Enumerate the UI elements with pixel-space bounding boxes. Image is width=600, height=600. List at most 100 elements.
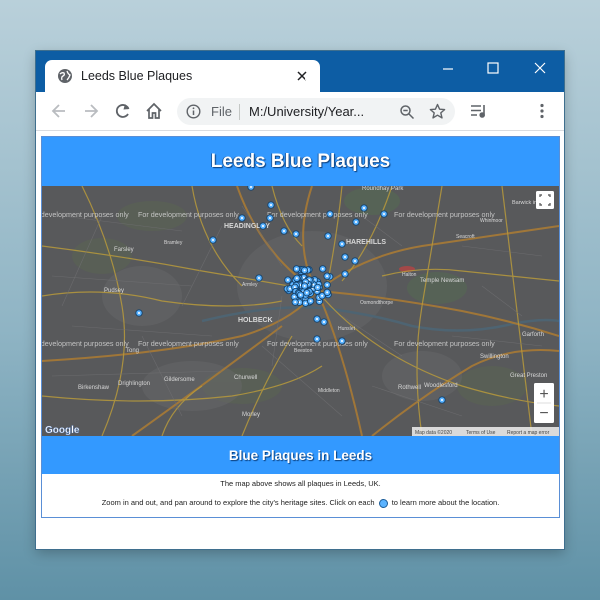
- page-title: Leeds Blue Plaques: [210, 150, 391, 172]
- map-label: Beeston: [294, 348, 313, 354]
- map-label: Rothwell: [398, 385, 421, 391]
- map-watermark: For development purposes only: [42, 339, 129, 348]
- zoom-out-button[interactable]: −: [539, 405, 548, 422]
- marker-icon: [316, 318, 318, 320]
- marker-icon: [303, 284, 306, 287]
- map-watermark: For development purposes only: [42, 210, 129, 219]
- marker-icon: [316, 338, 318, 340]
- map-label: Swillington: [480, 354, 509, 360]
- zoom-in-button[interactable]: +: [539, 386, 548, 403]
- map-label: Osmondthorpe: [360, 300, 393, 306]
- marker-icon: [354, 260, 356, 262]
- map-label: Halton: [402, 272, 417, 278]
- marker-icon: [383, 213, 385, 215]
- marker-icon: [305, 291, 308, 294]
- map-label: Roundhay Park: [362, 186, 404, 192]
- marker-icon: [341, 340, 343, 342]
- map-label: Armley: [242, 282, 258, 288]
- map-watermark: For development purposes only: [138, 210, 239, 219]
- map-canvas[interactable]: For development purposes only For develo…: [42, 186, 559, 436]
- minimize-button[interactable]: [426, 55, 470, 81]
- map-label: Hunslet: [338, 326, 356, 332]
- home-icon: [146, 102, 162, 119]
- marker-icon: [269, 217, 271, 219]
- marker-icon: [321, 294, 324, 297]
- url-text[interactable]: M:/University/Year...: [249, 104, 364, 119]
- map-watermark: For development purposes only: [394, 339, 495, 348]
- page-viewport: Leeds Blue Plaques development purposes …: [36, 131, 564, 549]
- maximize-button[interactable]: [471, 55, 515, 81]
- map-label: Churwell: [234, 375, 257, 381]
- marker-icon: [294, 301, 297, 304]
- marker-icon: [329, 213, 331, 215]
- reading-list-button[interactable]: [468, 101, 488, 121]
- marker-icon: [326, 291, 329, 294]
- marker-icon: [258, 277, 260, 279]
- map-label: Drighlington: [118, 381, 150, 387]
- zoom-icon[interactable]: [399, 104, 415, 120]
- map-label: Bramley: [164, 240, 183, 246]
- marker-icon: [326, 283, 329, 286]
- map-label: Temple Newsam: [420, 278, 464, 284]
- window-close-button[interactable]: [518, 55, 562, 81]
- map-label: Gildersome: [164, 377, 195, 383]
- page-container: Leeds Blue Plaques development purposes …: [41, 136, 560, 518]
- reload-button[interactable]: [113, 101, 133, 121]
- tab-title: Leeds Blue Plaques: [81, 69, 193, 83]
- marker-icon: [303, 269, 306, 272]
- reading-list-icon: [471, 105, 485, 118]
- map-watermark: For development purposes only: [138, 339, 239, 348]
- map-label: Great Preston: [510, 373, 547, 379]
- marker-icon: [312, 283, 315, 286]
- map-label: Garforth: [522, 332, 544, 338]
- marker-icon: [295, 267, 298, 270]
- back-button[interactable]: [49, 101, 69, 121]
- map-label: Tong: [126, 348, 139, 354]
- description-text: Zoom in and out, and pan around to explo…: [101, 498, 375, 507]
- marker-icon: [344, 256, 346, 258]
- map-watermark: For development purposes only: [267, 210, 368, 219]
- marker-icon: [283, 230, 285, 232]
- map-label: Woodlesford: [424, 383, 458, 389]
- forward-icon: [85, 104, 99, 118]
- marker-icon: [250, 186, 252, 188]
- marker-icon: [138, 312, 140, 314]
- marker-icon: [327, 235, 329, 237]
- map-label: Seacroft: [456, 234, 475, 240]
- marker-icon: [378, 498, 388, 508]
- star-icon[interactable]: [429, 103, 446, 120]
- info-icon[interactable]: [186, 104, 201, 119]
- google-logo[interactable]: Google: [45, 425, 80, 436]
- marker-icon: [295, 277, 298, 280]
- marker-icon: [262, 225, 264, 227]
- marker-icon: [286, 279, 289, 282]
- new-tab-button[interactable]: [298, 67, 324, 91]
- home-button[interactable]: [144, 101, 164, 121]
- marker-icon: [321, 267, 324, 270]
- maximize-icon: [487, 62, 499, 74]
- map-label: Pudsey: [104, 288, 124, 294]
- fullscreen-button[interactable]: [536, 191, 554, 209]
- forward-button[interactable]: [81, 101, 101, 121]
- map-view[interactable]: For development purposes only For develo…: [42, 186, 559, 436]
- back-icon: [51, 104, 65, 118]
- marker-icon: [326, 275, 329, 278]
- browser-tab[interactable]: Leeds Blue Plaques: [45, 60, 320, 92]
- marker-icon: [270, 204, 272, 206]
- marker-icon: [304, 302, 307, 305]
- description-text: to learn more about the location.: [391, 498, 500, 507]
- address-bar[interactable]: File M:/University/Year...: [177, 98, 455, 125]
- menu-button[interactable]: [532, 101, 552, 121]
- map-label: Whinmoor: [480, 218, 503, 224]
- close-icon: [534, 62, 546, 74]
- plus-icon: [305, 73, 317, 85]
- zoom-control[interactable]: + −: [534, 383, 554, 423]
- marker-icon: [355, 221, 357, 223]
- menu-icon: [540, 103, 544, 119]
- map-label: Morley: [242, 412, 260, 418]
- section-banner: Blue Plaques in Leeds: [42, 436, 559, 474]
- map-label: Birkenshaw: [78, 385, 110, 391]
- map-label: Farsley: [114, 247, 134, 253]
- description-line-2: Zoom in and out, and pan around to explo…: [42, 498, 559, 508]
- section-title: Blue Plaques in Leeds: [228, 447, 373, 463]
